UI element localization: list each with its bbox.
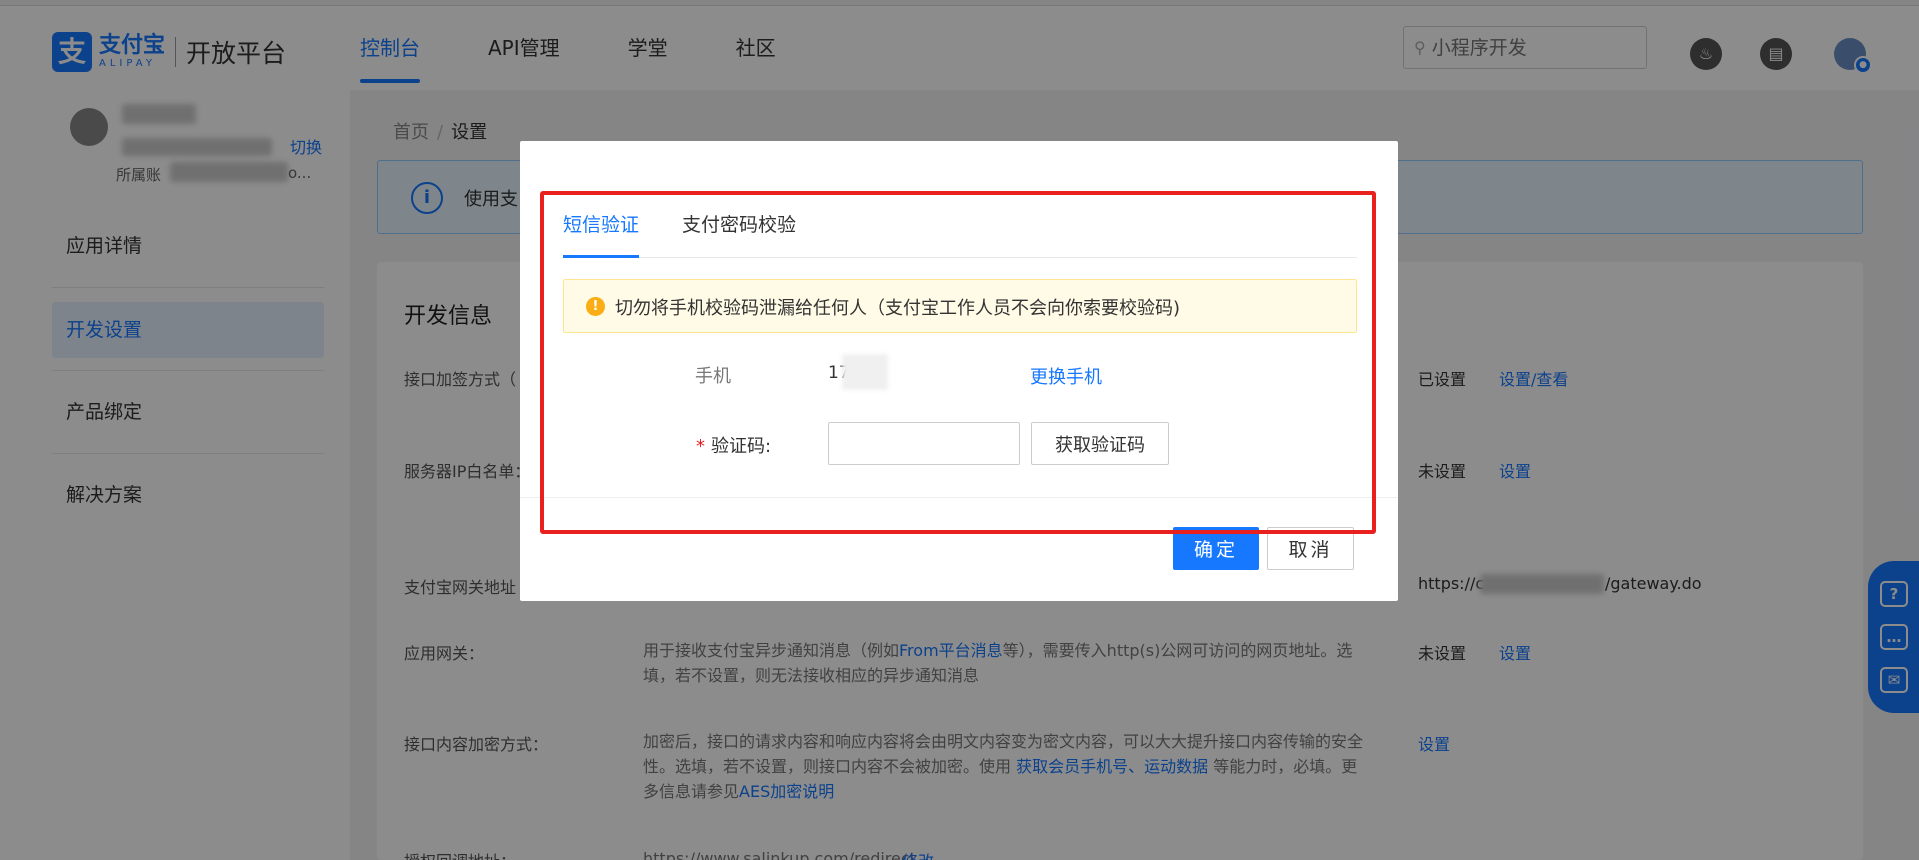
red-highlight-box [540, 191, 1376, 534]
verification-modal: 短信验证 支付密码校验 ! 切勿将手机校验码泄漏给任何人（支付宝工作人员不会向你… [520, 141, 1398, 601]
